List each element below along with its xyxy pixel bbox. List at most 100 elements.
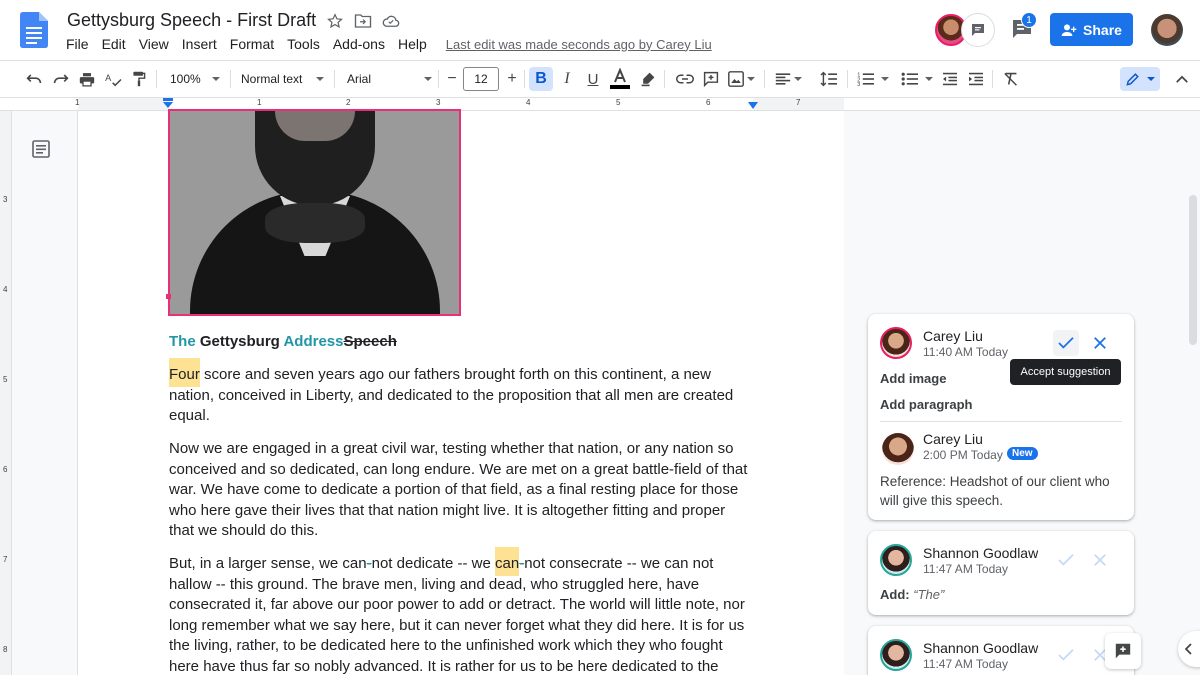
- add-comment-fab[interactable]: [1105, 633, 1141, 669]
- accept-suggestion-tooltip: Accept suggestion: [1010, 359, 1121, 385]
- text-line: that we should do this.: [169, 522, 319, 540]
- star-icon[interactable]: [326, 12, 344, 30]
- share-button[interactable]: Share: [1050, 13, 1133, 46]
- ruler-number: 3: [3, 195, 8, 204]
- commented-text[interactable]: can: [495, 547, 520, 576]
- formatting-toolbar: A 100% Normal text Arial − 12 + B I U 1 …: [0, 60, 1200, 98]
- reject-suggestion-button[interactable]: [1087, 330, 1113, 356]
- menu-addons[interactable]: Add-ons: [333, 36, 385, 52]
- bold-button[interactable]: B: [529, 67, 553, 91]
- cloud-saved-icon[interactable]: [382, 12, 400, 30]
- font-family-select[interactable]: Arial: [344, 67, 434, 91]
- accept-suggestion-button[interactable]: [1053, 330, 1079, 356]
- app-header: Gettysburg Speech - First Draft File Edi…: [0, 0, 1200, 60]
- avatar: [882, 433, 914, 465]
- spellcheck-icon[interactable]: A: [103, 67, 123, 91]
- menu-tools[interactable]: Tools: [287, 36, 320, 52]
- bulleted-list-icon[interactable]: [899, 67, 935, 91]
- move-folder-icon[interactable]: [354, 12, 372, 30]
- print-icon[interactable]: [77, 67, 97, 91]
- portrait-image[interactable]: [168, 109, 461, 316]
- checkmark-icon: [1058, 649, 1074, 661]
- scrollbar-thumb[interactable]: [1189, 195, 1197, 345]
- numbered-list-icon[interactable]: 123: [855, 67, 891, 91]
- line-spacing-icon[interactable]: [818, 67, 840, 91]
- suggestion-value: “The”: [913, 587, 945, 602]
- suggestion-label: Add:: [880, 587, 910, 602]
- zoom-select[interactable]: 100%: [167, 67, 222, 91]
- paragraph-2[interactable]: Now we are engaged in a great civil war,…: [169, 439, 759, 542]
- divider: [880, 421, 1122, 422]
- comment-text: Reference: Headshot of our client who wi…: [880, 474, 1110, 508]
- ruler-number: 7: [796, 98, 801, 107]
- highlight-color-icon[interactable]: [638, 67, 658, 91]
- clear-formatting-icon[interactable]: [1001, 67, 1021, 91]
- suggestion-card[interactable]: Carey Liu 11:40 AM Today Add image Add p…: [868, 314, 1134, 520]
- last-edit-link[interactable]: Last edit was made seconds ago by Carey …: [446, 37, 712, 52]
- menu-format[interactable]: Format: [230, 36, 274, 52]
- ruler-number: 2: [346, 98, 351, 107]
- right-indent-marker-icon[interactable]: [747, 100, 759, 110]
- document-heading[interactable]: The Gettysburg AddressSpeech: [169, 332, 759, 353]
- chevron-down-icon: [212, 77, 220, 81]
- italic-button[interactable]: I: [556, 67, 578, 91]
- image-resize-handle[interactable]: [166, 294, 171, 299]
- add-comment-icon[interactable]: [701, 67, 721, 91]
- menu-insert[interactable]: Insert: [182, 36, 217, 52]
- suggested-insertion: Address: [283, 333, 344, 350]
- suggestion-card[interactable]: Shannon Goodlaw 11:47 AM Today Add: “The…: [868, 531, 1134, 615]
- undo-icon[interactable]: [24, 67, 44, 91]
- document-page[interactable]: The Gettysburg AddressSpeech Four score …: [78, 109, 844, 675]
- accept-suggestion-button[interactable]: [1053, 547, 1079, 573]
- menu-view[interactable]: View: [139, 36, 169, 52]
- comment-time: 11:47 AM Today: [923, 657, 1008, 671]
- chevron-down-icon: [424, 77, 432, 81]
- font-family-value: Arial: [347, 72, 372, 86]
- increase-indent-icon[interactable]: [966, 67, 986, 91]
- menu-help[interactable]: Help: [398, 36, 427, 52]
- paint-format-icon[interactable]: [129, 67, 149, 91]
- menu-bar: File Edit View Insert Format Tools Add-o…: [66, 36, 712, 52]
- menu-file[interactable]: File: [66, 36, 89, 52]
- comment-count-badge: 1: [1021, 12, 1037, 28]
- docs-logo-icon[interactable]: [20, 12, 48, 48]
- insert-link-icon[interactable]: [674, 67, 696, 91]
- text-line: long remember what we say here, but it c…: [169, 616, 745, 634]
- ruler-number: 4: [3, 285, 8, 294]
- accept-suggestion-button[interactable]: [1053, 642, 1079, 668]
- reject-suggestion-button[interactable]: [1087, 547, 1113, 573]
- paragraph-3[interactable]: But, in a larger sense, we can-not dedic…: [169, 547, 759, 675]
- account-avatar[interactable]: [1151, 14, 1183, 46]
- comment-author: Carey Liu: [923, 328, 983, 344]
- commented-text[interactable]: Four: [169, 358, 200, 387]
- text-color-icon[interactable]: [608, 67, 632, 91]
- close-icon: [1094, 554, 1106, 566]
- increase-font-size-button[interactable]: +: [503, 67, 521, 91]
- avatar: [880, 327, 912, 359]
- comment-author: Shannon Goodlaw: [923, 545, 1039, 561]
- text-line: who here gave their lives that that nati…: [169, 501, 726, 519]
- insert-image-icon[interactable]: [727, 67, 755, 91]
- suggestion-card[interactable]: Shannon Goodlaw 11:47 AM Today: [868, 626, 1134, 675]
- toolbar-separator: [992, 70, 993, 88]
- align-icon[interactable]: [773, 67, 803, 91]
- chat-icon[interactable]: [961, 13, 995, 47]
- decrease-indent-icon[interactable]: [940, 67, 960, 91]
- toolbar-separator: [438, 70, 439, 88]
- text-line: consecrated it, far above our poor power…: [169, 596, 745, 614]
- font-size-input[interactable]: 12: [463, 67, 499, 91]
- decrease-font-size-button[interactable]: −: [443, 67, 461, 91]
- document-title[interactable]: Gettysburg Speech - First Draft: [67, 10, 316, 31]
- toolbar-separator: [847, 70, 848, 88]
- menu-edit[interactable]: Edit: [102, 36, 126, 52]
- paragraph-1[interactable]: Four score and seven years ago our fathe…: [169, 358, 759, 427]
- underline-button[interactable]: U: [582, 67, 604, 91]
- hide-menus-icon[interactable]: [1172, 67, 1192, 91]
- document-outline-icon[interactable]: [31, 139, 51, 159]
- chevron-down-icon: [316, 77, 324, 81]
- paragraph-style-select[interactable]: Normal text: [238, 67, 326, 91]
- toolbar-separator: [334, 70, 335, 88]
- redo-icon[interactable]: [51, 67, 71, 91]
- suggesting-mode-button[interactable]: [1120, 67, 1160, 91]
- text-segment: score and seven years ago our fathers br…: [199, 366, 711, 383]
